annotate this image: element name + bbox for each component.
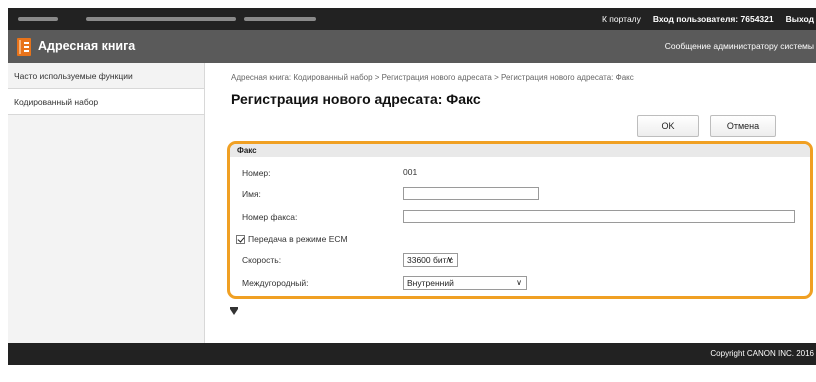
copyright: Copyright CANON INC. 2016	[710, 349, 814, 358]
sidebar-item-coded-dial[interactable]: Кодированный набор	[8, 89, 204, 115]
long-distance-value: Внутренний	[407, 278, 454, 288]
chevron-down-icon: ∨	[447, 255, 453, 264]
name-input[interactable]	[403, 187, 539, 200]
ecm-label: Передача в режиме ECM	[248, 234, 348, 244]
fax-number-label: Номер факса:	[242, 212, 298, 222]
address-book-icon	[17, 38, 31, 56]
number-label: Номер:	[242, 168, 271, 178]
ecm-checkbox[interactable]	[236, 234, 245, 244]
login-label: Вход пользователя:	[652, 14, 739, 24]
blurred-text	[244, 17, 316, 21]
sidebar: Часто используемые функции Кодированный …	[8, 63, 205, 343]
page-title: Регистрация нового адресата: Факс	[231, 91, 481, 107]
fax-section-title: Факс	[230, 144, 810, 157]
cancel-button[interactable]: Отмена	[710, 115, 776, 137]
ok-button[interactable]: OK	[637, 115, 699, 137]
fax-number-input[interactable]	[403, 210, 795, 223]
login-info: Вход пользователя: 7654321	[653, 14, 774, 24]
logout-link[interactable]: Выход	[786, 14, 814, 24]
chevron-down-icon: ∨	[516, 278, 522, 287]
admin-message-link[interactable]: Сообщение администратору системы	[665, 41, 814, 51]
long-distance-label: Междугородный:	[242, 278, 309, 288]
footer: Copyright CANON INC. 2016	[8, 343, 816, 365]
main-content: Адресная книга: Кодированный набор > Рег…	[205, 63, 816, 343]
number-value: 001	[403, 167, 418, 177]
breadcrumb: Адресная книга: Кодированный набор > Рег…	[231, 73, 634, 82]
blurred-text	[86, 17, 236, 21]
app-title: Адресная книга	[38, 39, 136, 53]
fax-settings-panel: Факс Номер: 001 Имя: Номер факса: Переда…	[227, 141, 813, 299]
login-user: 7654321	[740, 14, 774, 24]
title-bar: Адресная книга Сообщение администратору …	[8, 30, 816, 63]
back-to-top-icon[interactable]	[230, 307, 238, 316]
top-links: К порталу Вход пользователя: 7654321 Вых…	[602, 8, 814, 30]
sidebar-item-favorites[interactable]: Часто используемые функции	[8, 63, 204, 89]
page: К порталу Вход пользователя: 7654321 Вых…	[0, 0, 816, 382]
name-label: Имя:	[242, 189, 261, 199]
blurred-text	[18, 17, 58, 21]
speed-select[interactable]: 33600 бит/с ∨	[403, 253, 458, 267]
portal-link[interactable]: К порталу	[602, 14, 641, 24]
long-distance-select[interactable]: Внутренний ∨	[403, 276, 527, 290]
ecm-option: Передача в режиме ECM	[236, 234, 348, 244]
speed-label: Скорость:	[242, 255, 282, 265]
top-bar: К порталу Вход пользователя: 7654321 Вых…	[8, 8, 816, 30]
